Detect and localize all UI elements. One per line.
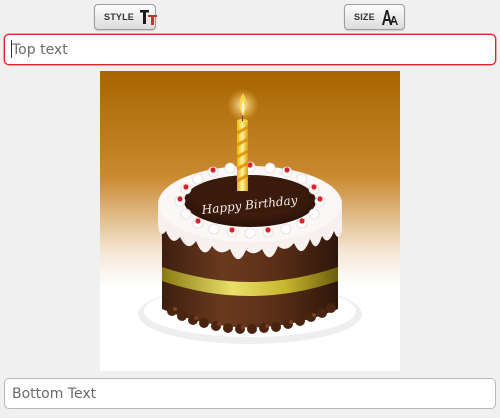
meme-editor: STYLE SIZE Top text Happy Birthday Botto… [0,0,500,418]
style-button[interactable]: STYLE [94,4,159,30]
style-button-label: STYLE [104,12,135,22]
bottom-text-input[interactable] [4,378,496,409]
size-button-label: SIZE [354,12,375,22]
text-style-icon [139,8,159,26]
font-size-icon [380,8,400,26]
size-button[interactable]: SIZE [344,4,405,30]
birthday-cake-image: Happy Birthday [100,71,400,371]
top-text-input[interactable] [4,34,496,65]
text-caret [11,40,12,58]
toolbar: STYLE SIZE [0,0,500,34]
